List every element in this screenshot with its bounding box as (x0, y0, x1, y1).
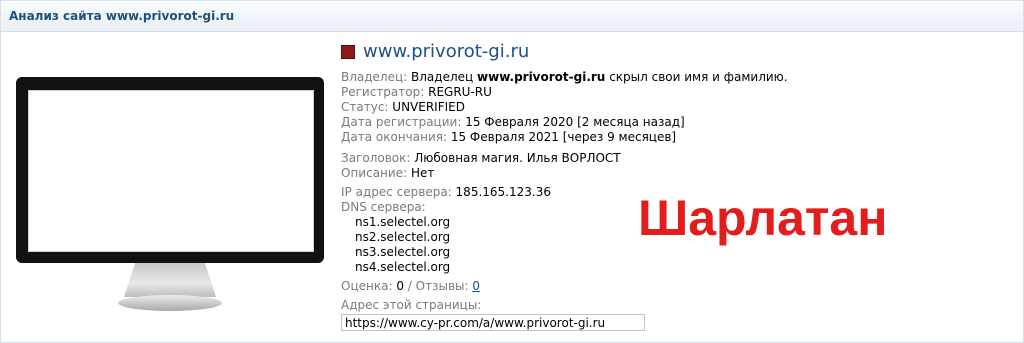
monitor-screen (28, 90, 314, 252)
rating-label: Оценка: (341, 279, 393, 293)
registrar-label: Регистратор: (341, 85, 425, 99)
heading-label: Заголовок: (341, 151, 411, 165)
rating-separator: / (407, 279, 412, 293)
owner-label: Владелец: (341, 70, 408, 84)
monitor-neck (124, 263, 216, 297)
reg-date-value: 15 Февраля 2020 [2 месяца назад] (465, 115, 685, 129)
favicon-square-icon (341, 45, 355, 59)
page-address-input[interactable] (341, 314, 645, 331)
exp-date-label: Дата окончания: (341, 130, 448, 144)
ip-row: IP адрес сервера: 185.165.123.36 (341, 185, 551, 200)
owner-row: Владелец: Владелец www.privorot-gi.ru ск… (341, 70, 788, 85)
dns-server: ns4.selectel.org (355, 260, 451, 274)
rating-value: 0 (396, 279, 404, 293)
exp-date-value: 15 Февраля 2021 [через 9 месяцев] (450, 130, 677, 144)
description-label: Описание: (341, 166, 408, 180)
rating-row: Оценка: 0 / Отзывы: 0 (341, 279, 480, 294)
monitor-frame (16, 77, 324, 263)
reviews-label: Отзывы: (415, 279, 469, 293)
registrar-row: Регистратор: REGRU-RU (341, 85, 492, 100)
dns-server: ns3.selectel.org (355, 245, 451, 259)
registrar-value: REGRU-RU (428, 85, 492, 99)
ip-label: IP адрес сервера: (341, 185, 452, 199)
status-label: Статус: (341, 100, 389, 114)
owner-suffix: скрыл свои имя и фамилию. (609, 70, 788, 84)
page-address-label-row: Адрес этой страницы: (341, 298, 481, 313)
dns-label: DNS сервера: (341, 200, 426, 214)
description-row: Описание: Нет (341, 166, 434, 181)
status-value: UNVERIFIED (392, 100, 465, 114)
monitor-base (118, 295, 222, 311)
reg-date-row: Дата регистрации: 15 Февраля 2020 [2 мес… (341, 115, 685, 130)
owner-domain: www.privorot-gi.ru (477, 70, 606, 84)
ip-value: 185.165.123.36 (455, 185, 551, 199)
monitor-illustration (16, 77, 324, 312)
header-bar: Анализ сайта www.privorot-gi.ru (1, 1, 1023, 32)
site-link[interactable]: www.privorot-gi.ru (363, 41, 529, 62)
reg-date-label: Дата регистрации: (341, 115, 462, 129)
stamp-text: Шарлатан (638, 190, 888, 246)
owner-prefix: Владелец (411, 70, 474, 84)
heading-row: Заголовок: Любовная магия. Илья ВОРЛОСТ (341, 151, 621, 166)
exp-date-row: Дата окончания: 15 Февраля 2021 [через 9… (341, 130, 676, 145)
page-address-label: Адрес этой страницы: (341, 298, 482, 312)
status-row: Статус: UNVERIFIED (341, 100, 465, 115)
dns-server: ns2.selectel.org (355, 230, 451, 244)
heading-value: Любовная магия. Илья ВОРЛОСТ (414, 151, 621, 165)
page-title: Анализ сайта www.privorot-gi.ru (9, 9, 235, 23)
dns-label-row: DNS сервера: (341, 200, 426, 215)
description-value: Нет (410, 166, 435, 180)
reviews-link[interactable]: 0 (472, 279, 480, 293)
dns-server: ns1.selectel.org (355, 215, 451, 229)
page: Анализ сайта www.privorot-gi.ru www.priv… (0, 0, 1024, 343)
